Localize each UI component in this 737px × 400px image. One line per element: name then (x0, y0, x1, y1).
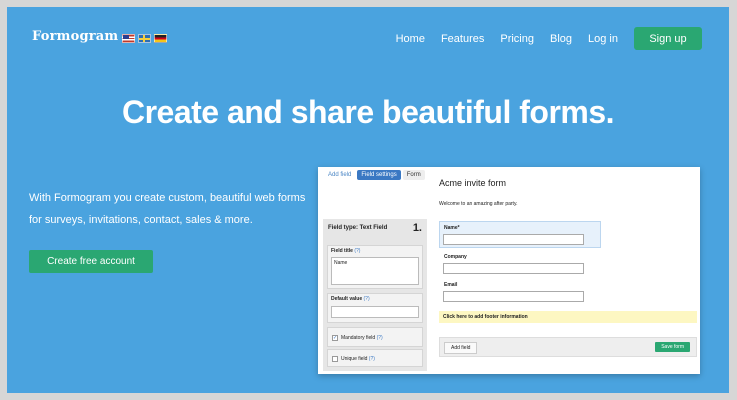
nav-pricing[interactable]: Pricing (500, 33, 534, 45)
name-field-label: Name* (444, 225, 460, 231)
email-field-label: Email (444, 282, 458, 288)
field-number: 1. (412, 222, 422, 234)
mandatory-label: Mandatory field (341, 335, 376, 341)
help-icon[interactable]: (?) (377, 335, 383, 341)
field-title-value: Name (334, 260, 348, 266)
tab-field-settings[interactable]: Field settings (357, 170, 401, 180)
nav-menu: Home Features Pricing Blog Log in Sign u… (380, 27, 702, 50)
form-title[interactable]: Acme invite form (439, 178, 506, 188)
nav-home[interactable]: Home (396, 33, 425, 45)
form-builder-screenshot: Add field Field settings Form Field type… (318, 167, 700, 374)
help-icon[interactable]: (?) (364, 296, 370, 302)
landing-page: Formogram Home Features Pricing Blog Log… (7, 7, 729, 393)
tab-form[interactable]: Form (402, 170, 425, 180)
de-flag-icon[interactable] (154, 34, 167, 43)
nav-blog[interactable]: Blog (550, 33, 572, 45)
tab-add-field[interactable]: Add field (324, 170, 355, 180)
name-field-input[interactable] (443, 234, 584, 245)
mandatory-checkbox[interactable]: ✓ (332, 335, 338, 341)
mandatory-box: ✓ Mandatory field (?) (327, 327, 423, 347)
unique-label: Unique field (341, 356, 368, 362)
help-icon[interactable]: (?) (354, 248, 360, 254)
add-field-button[interactable]: Add field (444, 342, 478, 354)
builder-sidebar: Add field Field settings Form Field type… (318, 167, 430, 374)
field-title-input[interactable]: Name (331, 257, 419, 285)
save-form-button[interactable]: Save form (655, 342, 690, 352)
field-type-label: Field type: Text Field (328, 225, 388, 231)
se-flag-icon[interactable] (138, 34, 151, 43)
unique-checkbox[interactable] (332, 356, 338, 362)
create-account-button[interactable]: Create free account (29, 250, 153, 273)
hero-headline: Create and share beautiful forms. (121, 94, 615, 130)
field-title-label: Field title (331, 248, 353, 254)
default-value-box: Default value (?) (327, 293, 423, 323)
form-actions-bar: Add field Save form (439, 337, 697, 357)
hero-intro: With Formogram you create custom, beauti… (29, 192, 306, 226)
company-field-label: Company (444, 254, 467, 260)
builder-tabs: Add field Field settings Form (324, 170, 425, 180)
logo[interactable]: Formogram (32, 29, 118, 44)
signup-button[interactable]: Sign up (634, 27, 702, 50)
top-nav: Formogram Home Features Pricing Blog Log… (7, 7, 729, 69)
footer-info-bar[interactable]: Click here to add footer information (439, 311, 697, 323)
field-settings-panel: Field type: Text Field 1. Field title (?… (323, 219, 427, 371)
email-field-input[interactable] (443, 291, 584, 302)
form-preview: Acme invite form Welcome to an amazing a… (436, 167, 698, 374)
form-welcome-text[interactable]: Welcome to an amazing after party. (439, 201, 517, 207)
language-flags (122, 34, 167, 43)
default-value-label: Default value (331, 296, 363, 302)
unique-box: Unique field (?) (327, 349, 423, 367)
us-flag-icon[interactable] (122, 34, 135, 43)
help-icon[interactable]: (?) (369, 356, 375, 362)
nav-login[interactable]: Log in (588, 33, 618, 45)
company-field-input[interactable] (443, 263, 584, 274)
nav-features[interactable]: Features (441, 33, 484, 45)
field-title-box: Field title (?) Name (327, 245, 423, 289)
default-value-input[interactable] (331, 306, 419, 318)
